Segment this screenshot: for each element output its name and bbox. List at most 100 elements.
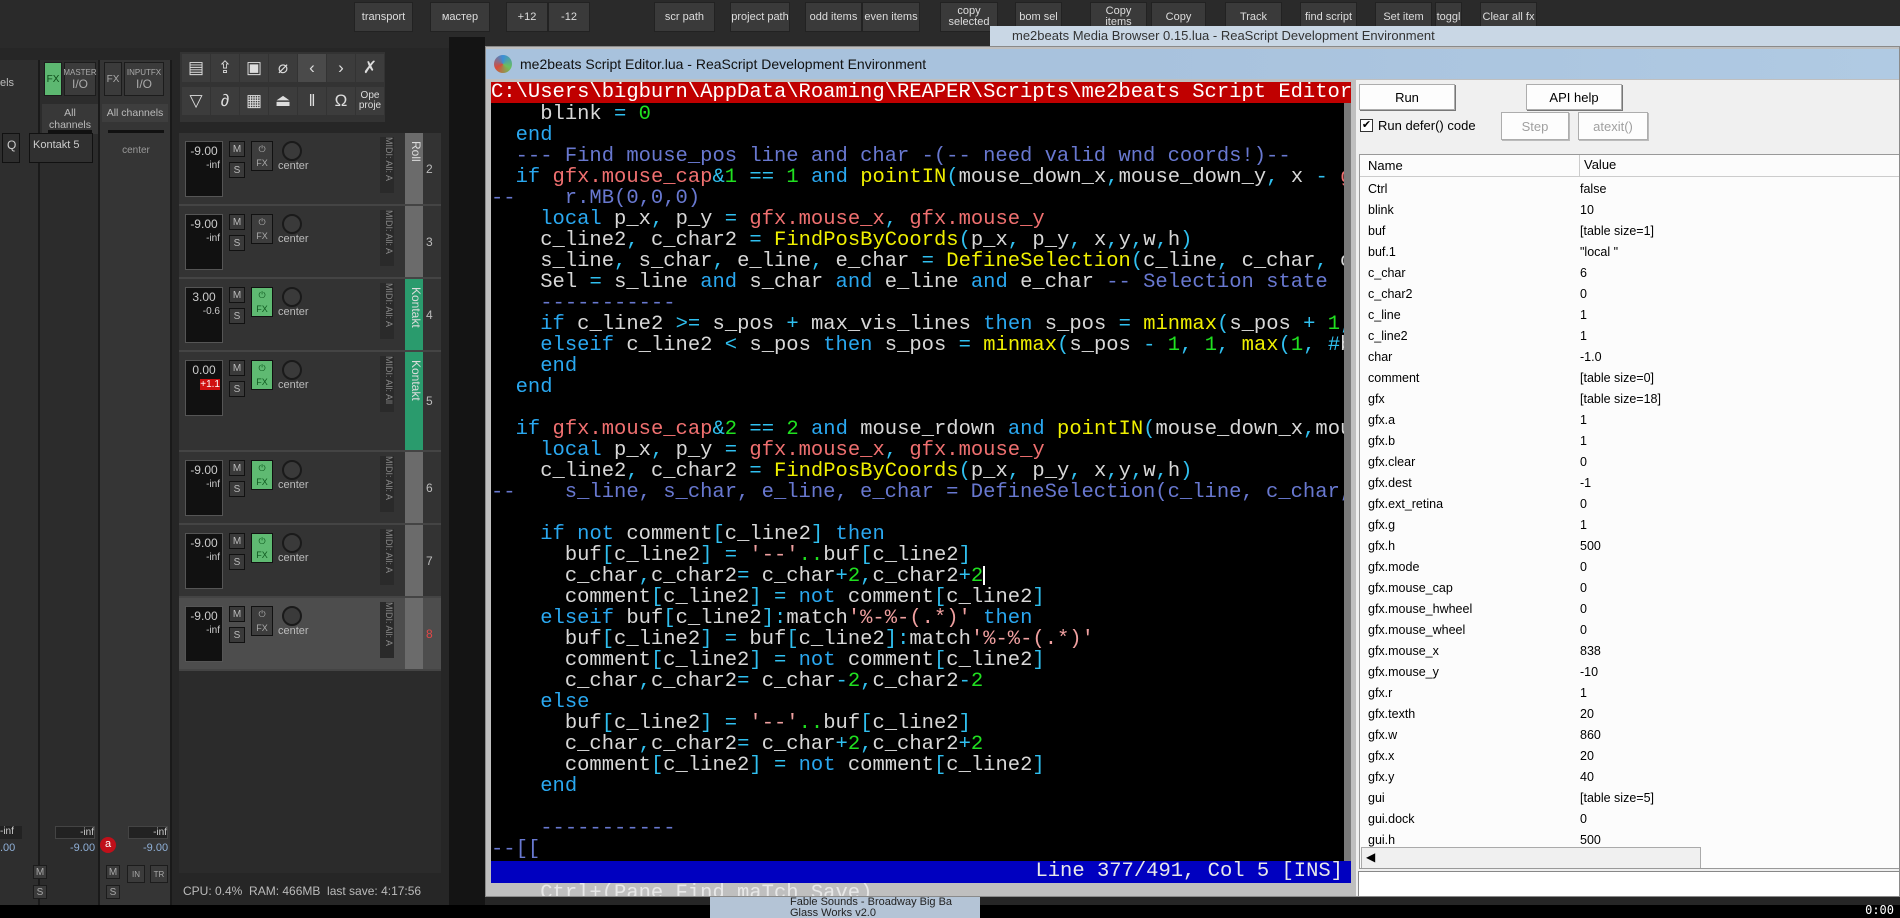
code-line[interactable]: if gfx.mouse_cap&1 == 1 and pointIN(mous… <box>491 167 1351 188</box>
code-line[interactable]: local p_x, p_y = gfx.mouse_x, gfx.mouse_… <box>491 440 1044 461</box>
open-project-button[interactable]: Ope proje <box>356 87 384 115</box>
code-line[interactable]: c_line2, c_char2 = FindPosByCoords(p_x, … <box>491 230 1192 251</box>
pan-knob[interactable] <box>282 360 302 380</box>
input-fx-io-button[interactable]: INPUTFX I/O <box>124 62 164 96</box>
toolbar-button[interactable]: scr path <box>654 2 715 32</box>
midi-input-label[interactable]: MIDI: All: A <box>380 137 394 193</box>
fx-button[interactable]: ⏻ FX <box>251 287 273 317</box>
variable-row[interactable]: gfx.mouse_x 838 <box>1360 641 1899 662</box>
code-line[interactable]: blink = 0 <box>491 104 651 125</box>
solo-button[interactable]: S <box>229 554 245 570</box>
track-row[interactable]: -9.00 -inf M S ⏻ FX center MIDI: All: A 6 <box>179 452 441 525</box>
track-row[interactable]: 0.00 +1.1 M S ⏻ FX center MIDI: All: All Kontakt… <box>179 352 441 452</box>
step-button[interactable]: Step <box>1501 112 1569 140</box>
mute-button[interactable]: M <box>229 214 245 230</box>
variable-row[interactable]: c_char 6 <box>1360 263 1899 284</box>
code-line[interactable]: c_char,c_char2= c_char+2,c_char2+2 <box>491 734 983 755</box>
code-line[interactable]: if gfx.mouse_cap&2 == 2 and mouse_rdown … <box>491 419 1351 440</box>
track-row[interactable]: -9.00 -inf M S ⏻ FX center MIDI: All: A 3 <box>179 206 441 279</box>
variable-row[interactable]: gfx.h 500 <box>1360 536 1899 557</box>
pan-knob[interactable] <box>282 460 302 480</box>
variable-row[interactable]: gfx.mouse_wheel 0 <box>1360 620 1899 641</box>
code-line[interactable]: comment[c_line2] = not comment[c_line2] <box>491 650 1045 671</box>
code-line[interactable]: ----------- <box>491 293 675 314</box>
solo-button[interactable]: S <box>229 627 245 643</box>
toolbar-button[interactable]: transport <box>354 2 413 32</box>
mute-button[interactable]: M <box>229 287 245 303</box>
code-line[interactable]: Sel = s_line and s_char and e_line and e… <box>491 272 1327 293</box>
pan-knob[interactable] <box>282 214 302 234</box>
track-name[interactable] <box>405 525 423 596</box>
code-line[interactable]: s_line, s_char, e_line, e_char = DefineS… <box>491 251 1351 272</box>
run-defer-checkbox[interactable]: ✔ Run defer() code <box>1360 118 1476 133</box>
api-help-button[interactable]: API help <box>1526 84 1622 110</box>
midi-input-label[interactable]: MIDI: All: A <box>380 529 394 585</box>
pan-knob[interactable] <box>282 141 302 161</box>
toolbar-button[interactable]: -12 <box>548 2 590 32</box>
track-row[interactable]: -9.00 -inf M S ⏻ FX center MIDI: All: A 7 <box>179 525 441 598</box>
title-bar[interactable]: me2beats Script Editor.lua - ReaScript D… <box>486 49 1899 79</box>
track-name[interactable]: Kontakt <box>405 279 423 350</box>
save-icon[interactable]: ▣ <box>240 54 268 82</box>
variable-row[interactable]: gfx.g 1 <box>1360 515 1899 536</box>
track-name[interactable] <box>405 206 423 277</box>
variable-row[interactable]: gfx.mouse_y -10 <box>1360 662 1899 683</box>
code-line[interactable]: --- Find mouse_pos line and char -(-- ne… <box>491 146 1291 167</box>
code-line[interactable]: end <box>491 125 553 146</box>
media-browser-list[interactable]: Fable Sounds - Broadway Big Ba Glass Wor… <box>710 897 980 918</box>
eval-input[interactable] <box>1358 871 1899 896</box>
volume-fader[interactable]: -9.00 -inf <box>185 606 223 662</box>
code-line[interactable]: buf[c_line2] = buf[c_line2]:match'%-%-(.… <box>491 629 1094 650</box>
track-name[interactable] <box>405 452 423 523</box>
code-line[interactable]: -- s_line, s_char, e_line, e_char = Defi… <box>491 482 1351 503</box>
variable-row[interactable]: gfx.a 1 <box>1360 410 1899 431</box>
volume-fader[interactable]: -9.00 -inf <box>185 214 223 270</box>
code-line[interactable]: c_char,c_char2= c_char+2,c_char2+2 <box>491 566 986 587</box>
pan-knob[interactable] <box>282 606 302 626</box>
variables-table[interactable]: Name Value Ctrl false blink 10 buf [table siz… <box>1359 154 1899 869</box>
code-line[interactable]: comment[c_line2] = not comment[c_line2] <box>491 587 1045 608</box>
mute-button[interactable]: M <box>229 533 245 549</box>
code-line[interactable]: elseif buf[c_line2]:match'%-%-(.*)' then <box>491 608 1032 629</box>
mute-button[interactable]: M <box>229 360 245 376</box>
solo-button[interactable]: S <box>33 885 47 899</box>
code-line[interactable]: c_line2, c_char2 = FindPosByCoords(p_x, … <box>491 461 1192 482</box>
metronome-icon[interactable]: ✗ <box>356 54 384 82</box>
code-line[interactable]: if not comment[c_line2] then <box>491 524 885 545</box>
track-row[interactable]: -9.00 -inf M S ⏻ FX center MIDI: All: A Roll 2 <box>179 133 441 206</box>
track-name[interactable]: Kontakt <box>405 352 423 450</box>
open-project-icon[interactable]: ⇪ <box>211 54 239 82</box>
variable-row[interactable]: gui [table size=5] <box>1360 788 1899 809</box>
fx-button[interactable]: ⏻ FX <box>251 460 273 490</box>
variable-row[interactable]: char -1.0 <box>1360 347 1899 368</box>
toolbar-button[interactable]: мастер <box>430 2 490 32</box>
new-project-icon[interactable]: ▤ <box>182 54 210 82</box>
solo-button[interactable]: S <box>229 381 245 397</box>
variable-row[interactable]: gui.dock 0 <box>1360 809 1899 830</box>
fx-button[interactable]: ⏻ FX <box>251 606 273 636</box>
arrange-view[interactable] <box>449 37 485 905</box>
variable-row[interactable]: gfx.w 860 <box>1360 725 1899 746</box>
code-line[interactable]: ----------- <box>491 818 675 839</box>
code-line[interactable]: c_char,c_char2= c_char-2,c_char2-2 <box>491 671 983 692</box>
variable-row[interactable]: blink 10 <box>1360 200 1899 221</box>
variable-row[interactable]: buf.1 "local " <box>1360 242 1899 263</box>
scroll-left-arrow-icon[interactable]: ◀ <box>1366 850 1375 864</box>
snap-icon[interactable]: ‖ <box>298 87 326 115</box>
volume-fader[interactable]: -9.00 -inf <box>185 460 223 516</box>
variable-row[interactable]: gfx.mouse_cap 0 <box>1360 578 1899 599</box>
toolbar-button[interactable]: project path <box>730 2 790 32</box>
media-browser-item[interactable]: Glass Works v2.0 <box>710 907 980 918</box>
fx-button[interactable]: FX <box>44 62 62 96</box>
checkbox-checked-icon[interactable]: ✔ <box>1360 119 1373 132</box>
fx-button[interactable]: ⏻ FX <box>251 214 273 244</box>
master-io-button[interactable]: MASTER I/O <box>63 62 97 96</box>
mute-button[interactable]: M <box>229 141 245 157</box>
pan-slider[interactable] <box>108 130 164 133</box>
fx-slot[interactable]: Q <box>2 133 20 163</box>
variable-row[interactable]: gfx.texth 20 <box>1360 704 1899 725</box>
code-line[interactable]: buf[c_line2] = '--'..buf[c_line2] <box>491 545 971 566</box>
link-icon[interactable]: ∂ <box>211 87 239 115</box>
paperclip-icon[interactable]: ⌀ <box>269 54 297 82</box>
code-line[interactable]: if c_line2 >= s_pos + max_vis_lines then… <box>491 314 1351 335</box>
